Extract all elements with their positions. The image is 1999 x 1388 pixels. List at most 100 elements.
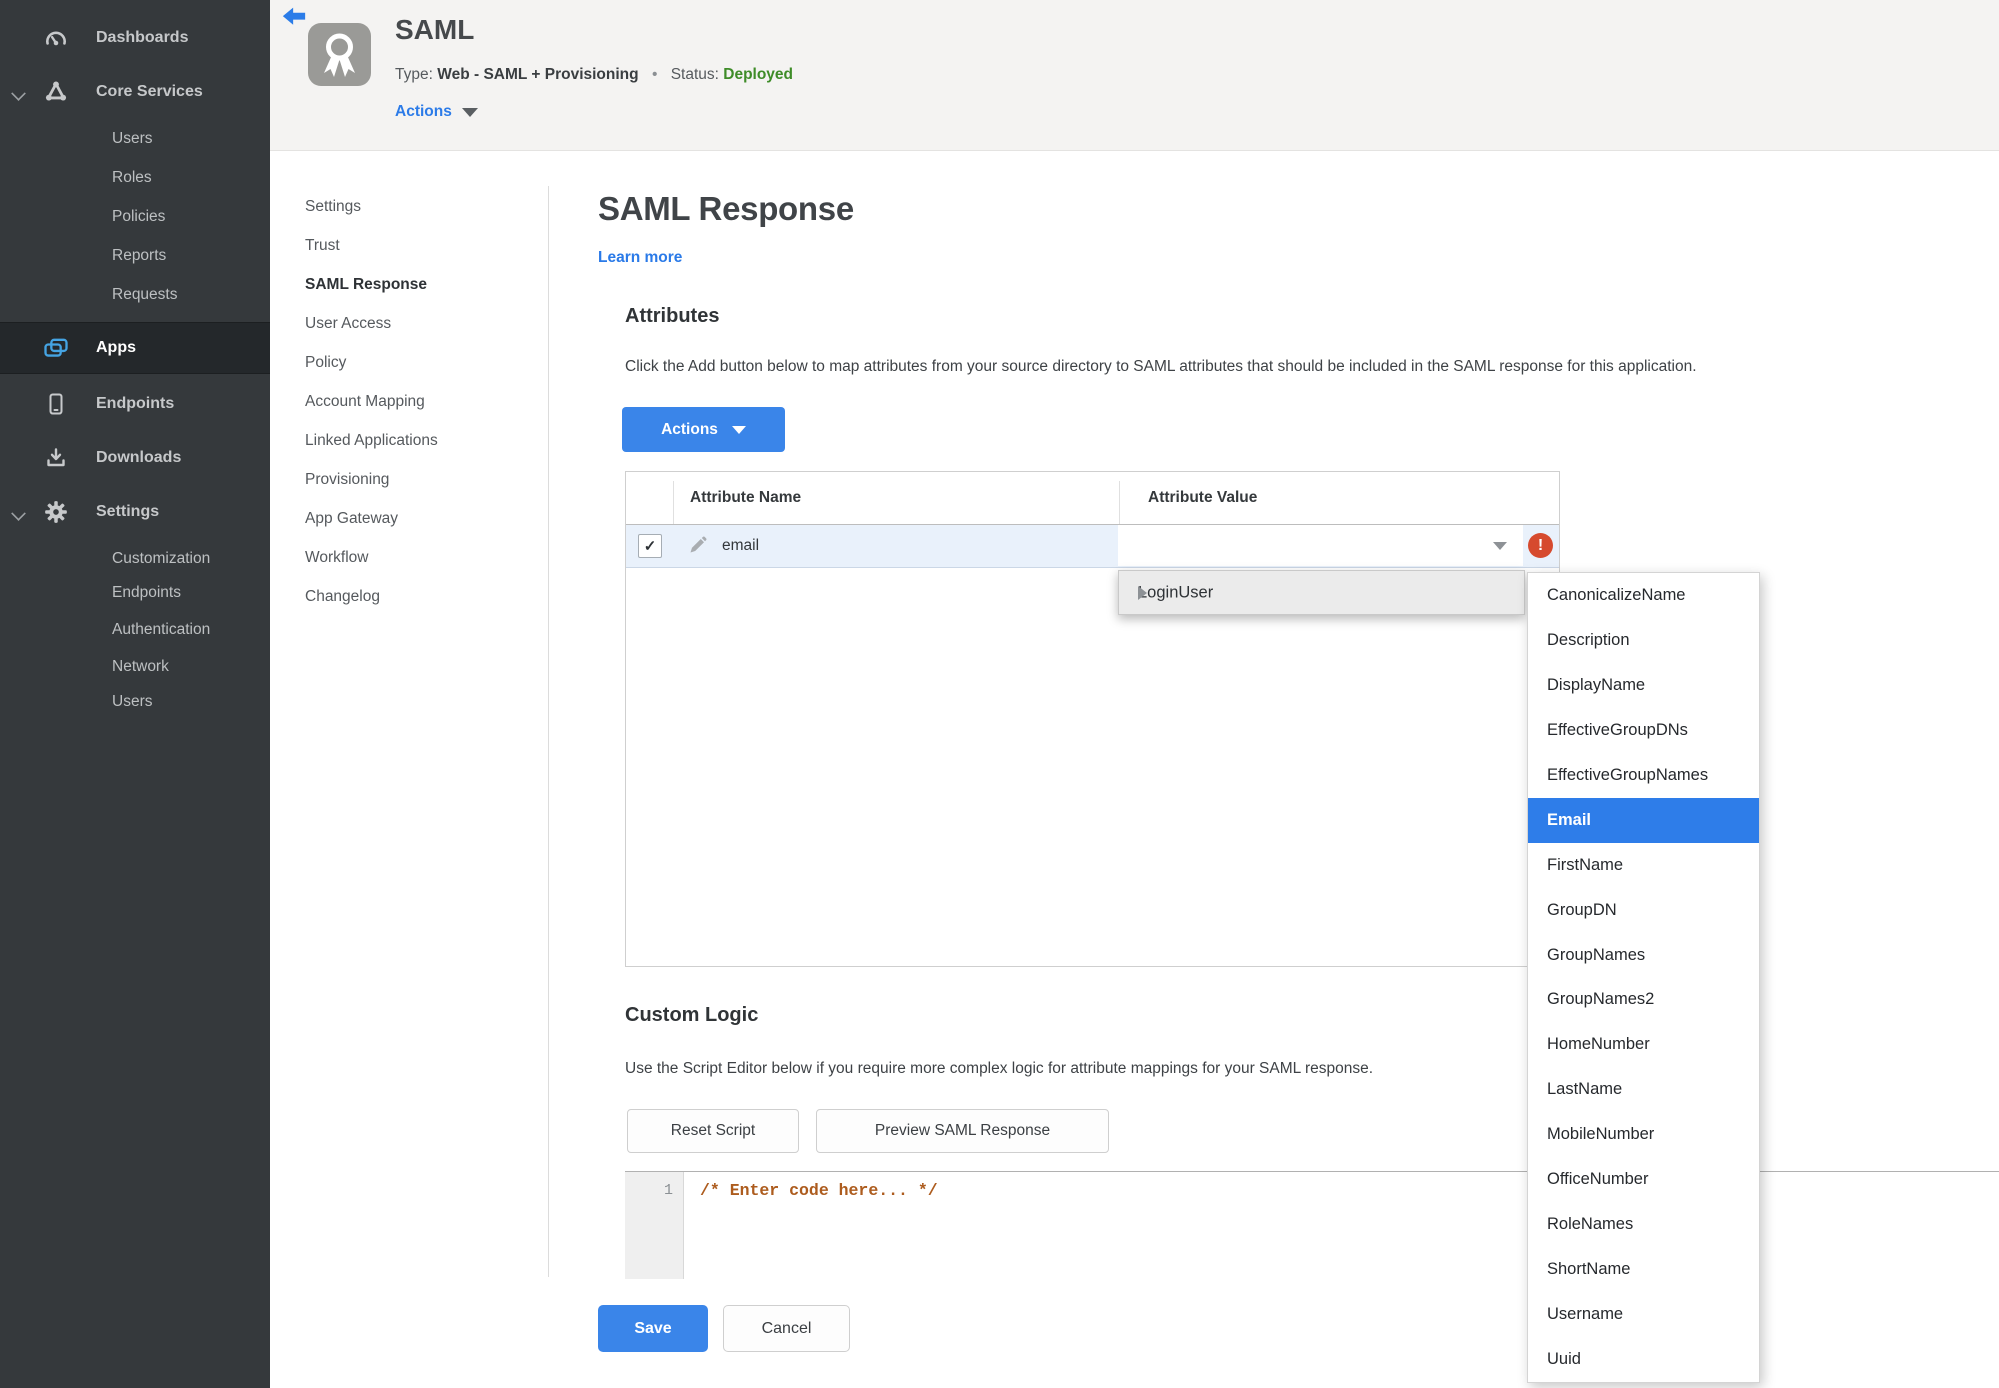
tab-user-access[interactable]: User Access xyxy=(305,304,540,343)
attributes-heading: Attributes xyxy=(625,305,720,327)
status-badge: Deployed xyxy=(723,66,794,83)
chevron-down-icon[interactable] xyxy=(11,506,26,525)
menu-item[interactable]: Description xyxy=(1528,618,1759,663)
sidebar-item-users[interactable]: Users xyxy=(0,120,270,158)
sidebar-item-label: Endpoints xyxy=(96,395,175,412)
tab-account-mapping[interactable]: Account Mapping xyxy=(305,382,540,421)
app-logo xyxy=(308,23,371,86)
row-checkbox[interactable]: ✓ xyxy=(638,534,662,558)
attribute-name-cell: email xyxy=(722,537,760,554)
sidebar-item-label: Settings xyxy=(96,503,160,520)
sidebar-item-endpoints[interactable]: Endpoints xyxy=(0,385,270,423)
script-editor[interactable]: 1 /* Enter code here... */ xyxy=(625,1171,1999,1279)
sidebar-item-endpoints-settings[interactable]: Endpoints xyxy=(0,574,270,612)
sidebar-item-dashboards[interactable]: Dashboards xyxy=(0,19,270,57)
cancel-button[interactable]: Cancel xyxy=(723,1305,850,1352)
menu-item[interactable]: FirstName xyxy=(1528,843,1759,888)
menu-item[interactable]: HomeNumber xyxy=(1528,1022,1759,1067)
table-header: Attribute Name Attribute Value xyxy=(626,472,1559,525)
menu-item[interactable]: GroupNames xyxy=(1528,933,1759,978)
sidebar-item-core-services[interactable]: Core Services xyxy=(0,73,270,111)
caret-down-icon xyxy=(461,107,478,117)
editor-code[interactable]: /* Enter code here... */ xyxy=(700,1181,938,1200)
tab-changelog[interactable]: Changelog xyxy=(305,577,540,616)
submenu-arrow-icon xyxy=(1138,585,1147,600)
tab-linked-applications[interactable]: Linked Applications xyxy=(305,421,540,460)
sidebar-item-policies[interactable]: Policies xyxy=(0,198,270,236)
menu-item[interactable]: LastName xyxy=(1528,1067,1759,1112)
sidebar-item-network[interactable]: Network xyxy=(0,648,270,686)
tab-trust[interactable]: Trust xyxy=(305,226,540,265)
status-label: Status: xyxy=(670,66,719,83)
sidebar-item-reports[interactable]: Reports xyxy=(0,237,270,275)
ribbon-badge-icon xyxy=(324,33,355,77)
tab-settings[interactable]: Settings xyxy=(305,187,540,226)
sidebar-item-customization[interactable]: Customization xyxy=(0,540,270,578)
line-number: 1 xyxy=(663,1182,673,1199)
menu-item[interactable]: CanonicalizeName xyxy=(1528,573,1759,618)
attributes-description: Click the Add button below to map attrib… xyxy=(625,358,1697,375)
custom-logic-description: Use the Script Editor below if you requi… xyxy=(625,1060,1374,1077)
app-header: SAML Type: Web - SAML + Provisioning • S… xyxy=(270,0,1999,151)
menu-item[interactable]: RoleNames xyxy=(1528,1202,1759,1247)
sidebar-item-label: Downloads xyxy=(96,449,182,466)
attributes-actions-button[interactable]: Actions xyxy=(622,407,785,452)
sidebar-item-authentication[interactable]: Authentication xyxy=(0,611,270,649)
column-attribute-value: Attribute Value xyxy=(1148,489,1258,506)
menu-item[interactable]: DisplayName xyxy=(1528,663,1759,708)
tab-policy[interactable]: Policy xyxy=(305,343,540,382)
back-icon[interactable] xyxy=(282,5,306,29)
attribute-value-select[interactable] xyxy=(1118,525,1523,566)
header-actions-menu[interactable]: Actions xyxy=(395,103,478,121)
sidebar-item-label: Apps xyxy=(96,339,136,356)
preview-saml-response-button[interactable]: Preview SAML Response xyxy=(816,1109,1109,1153)
tab-saml-response[interactable]: SAML Response xyxy=(305,265,540,304)
menu-item[interactable]: EffectiveGroupDNs xyxy=(1528,708,1759,753)
app-meta: Type: Web - SAML + Provisioning • Status… xyxy=(395,66,793,84)
checkbox-check-icon: ✓ xyxy=(643,538,657,555)
app-section-nav: Settings Trust SAML Response User Access… xyxy=(305,187,540,616)
menu-item[interactable]: GroupNames2 xyxy=(1528,977,1759,1022)
molecule-icon xyxy=(42,78,70,106)
tab-app-gateway[interactable]: App Gateway xyxy=(305,499,540,538)
sidebar-item-roles[interactable]: Roles xyxy=(0,159,270,197)
menu-item[interactable]: Username xyxy=(1528,1292,1759,1337)
section-title: SAML Response xyxy=(598,190,854,227)
sidebar-item-requests[interactable]: Requests xyxy=(0,276,270,314)
menu-item[interactable]: Uuid xyxy=(1528,1337,1759,1382)
save-button[interactable]: Save xyxy=(598,1305,708,1352)
learn-more-link[interactable]: Learn more xyxy=(598,249,682,267)
menu-item[interactable]: OfficeNumber xyxy=(1528,1157,1759,1202)
type-value: Web - SAML + Provisioning xyxy=(437,66,639,83)
chevron-down-icon[interactable] xyxy=(11,86,26,105)
custom-logic-heading: Custom Logic xyxy=(625,1004,759,1026)
tab-workflow[interactable]: Workflow xyxy=(305,538,540,577)
editor-gutter: 1 xyxy=(625,1172,684,1279)
sidebar-item-users-settings[interactable]: Users xyxy=(0,683,270,721)
dot-separator: • xyxy=(651,66,658,83)
menu-item-selected[interactable]: Email xyxy=(1528,797,1759,843)
menu-item[interactable]: GroupDN xyxy=(1528,888,1759,933)
gear-icon xyxy=(42,498,70,526)
value-menu-loginuser[interactable]: LoginUser xyxy=(1118,570,1525,615)
pencil-icon[interactable] xyxy=(688,536,707,555)
table-row[interactable]: ✓ email ! xyxy=(626,524,1559,568)
gauge-icon xyxy=(42,24,70,52)
reset-script-button[interactable]: Reset Script xyxy=(627,1109,799,1153)
menu-item[interactable]: MobileNumber xyxy=(1528,1112,1759,1157)
sidebar-item-downloads[interactable]: Downloads xyxy=(0,439,270,477)
tablet-icon xyxy=(42,390,70,418)
sidebar: Dashboards Core Services Users Roles Pol… xyxy=(0,0,270,1388)
attributes-table: Attribute Name Attribute Value ✓ email ! xyxy=(625,471,1560,967)
sidebar-item-label: Dashboards xyxy=(96,29,189,46)
caret-down-icon xyxy=(731,425,746,434)
sidebar-item-label: Core Services xyxy=(96,83,203,100)
sidebar-item-settings[interactable]: Settings xyxy=(0,493,270,531)
menu-item[interactable]: ShortName xyxy=(1528,1247,1759,1292)
error-icon: ! xyxy=(1528,533,1553,558)
menu-item[interactable]: EffectiveGroupNames xyxy=(1528,753,1759,798)
apps-icon xyxy=(42,334,70,362)
sidebar-item-apps-active[interactable]: Apps xyxy=(0,322,270,374)
column-attribute-name: Attribute Name xyxy=(690,489,802,506)
tab-provisioning[interactable]: Provisioning xyxy=(305,460,540,499)
